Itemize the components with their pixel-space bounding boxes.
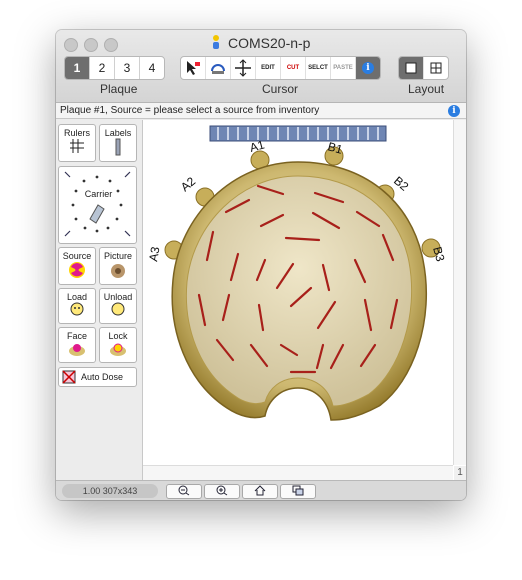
unload-button[interactable]: Unload: [99, 288, 137, 324]
auto-dose-icon: [62, 370, 76, 384]
select-arrow-tool[interactable]: [181, 57, 206, 79]
carrier-button[interactable]: Carrier: [58, 166, 137, 244]
rulers-label: Rulers: [63, 128, 90, 138]
auto-dose-button[interactable]: Auto Dose: [58, 367, 137, 387]
auto-dose-label: Auto Dose: [81, 372, 124, 382]
cut-tool[interactable]: CUT: [281, 57, 306, 79]
ruler-bar: [209, 125, 387, 142]
status-bar: Plaque #1, Source = please select a sour…: [56, 103, 466, 119]
label-a3: A3: [146, 245, 162, 262]
info-icon: i: [362, 62, 374, 74]
layout-single-button[interactable]: [399, 57, 424, 79]
carrier-dial-icon: [64, 171, 131, 237]
rulers-button[interactable]: Rulers: [58, 124, 96, 162]
edit-tool[interactable]: EDIT: [256, 57, 281, 79]
bottom-bar: 1.00 307x343: [56, 480, 466, 500]
layout-selector: [398, 56, 449, 80]
zoom-window-button[interactable]: [104, 38, 118, 52]
plaque-tab-2[interactable]: 2: [90, 57, 115, 79]
select-tool[interactable]: SELCT: [306, 57, 331, 79]
layout-grid-button[interactable]: [424, 57, 448, 79]
title-bar: COMS20-n-p 1 2 3 4 Plaque EDIT CUT SELCT…: [56, 30, 466, 103]
source-label: Source: [62, 251, 92, 261]
zoom-in-icon: [216, 485, 228, 496]
grid-view-icon: [430, 62, 442, 74]
plaque-group-label: Plaque: [100, 82, 138, 96]
tool-palette: Rulers Labels Carrier Source Picture Loa…: [56, 120, 143, 480]
picture-button[interactable]: Picture: [99, 247, 137, 285]
zoom-out-button[interactable]: [166, 484, 202, 499]
app-window: COMS20-n-p 1 2 3 4 Plaque EDIT CUT SELCT…: [56, 30, 466, 500]
label-a2: A2: [178, 174, 198, 194]
labels-button[interactable]: Labels: [99, 124, 137, 162]
plaque-tab-1[interactable]: 1: [65, 57, 90, 79]
face-plaque-icon: [69, 344, 85, 356]
lock-button[interactable]: Lock: [99, 327, 137, 363]
labels-label: Labels: [104, 128, 132, 138]
move-icon: [235, 59, 251, 77]
lock-plaque-icon: [110, 343, 126, 356]
paste-tool[interactable]: PASTE: [331, 57, 356, 79]
layout-group-label: Layout: [408, 82, 445, 96]
unload-face-icon: [111, 302, 125, 316]
status-text: Plaque #1, Source = please select a sour…: [60, 105, 320, 116]
page-number: 1: [454, 466, 466, 480]
rotate-icon: [211, 64, 225, 74]
load-button[interactable]: Load: [58, 288, 96, 324]
fit-view-icon: [292, 485, 304, 496]
move-tool[interactable]: [231, 57, 256, 79]
lock-label: Lock: [108, 331, 128, 341]
plaque-drawing: A1 B1 A2 B2 A3 B3: [146, 125, 448, 421]
unload-label: Unload: [103, 292, 133, 302]
label-b2: B2: [391, 174, 411, 194]
zoom-out-icon: [178, 485, 190, 496]
radiation-icon: [69, 262, 85, 278]
minimize-window-button[interactable]: [84, 38, 98, 52]
plaque-tab-4[interactable]: 4: [140, 57, 164, 79]
source-button[interactable]: Source: [58, 247, 96, 285]
cursor-tools: EDIT CUT SELCT PASTE i: [180, 56, 381, 80]
ruler-grid-icon: [70, 139, 84, 153]
home-icon: [254, 485, 266, 496]
label-b3: B3: [430, 245, 447, 263]
arrow-cursor-icon: [187, 61, 200, 75]
window-title: COMS20-n-p: [228, 35, 311, 51]
zoom-in-button[interactable]: [204, 484, 240, 499]
plaque-tab-3[interactable]: 3: [115, 57, 140, 79]
status-info-icon[interactable]: i: [448, 105, 460, 117]
eye-picture-icon: [111, 264, 125, 278]
home-button[interactable]: [242, 484, 278, 499]
fit-view-button[interactable]: [280, 484, 316, 499]
face-button[interactable]: Face: [58, 327, 96, 363]
rotate-tool[interactable]: [206, 57, 231, 79]
close-window-button[interactable]: [64, 38, 78, 52]
single-view-icon: [405, 62, 417, 74]
label-marker-icon: [115, 138, 121, 156]
picture-label: Picture: [103, 251, 132, 261]
plaque-selector: 1 2 3 4: [64, 56, 165, 80]
face-label: Face: [66, 331, 87, 341]
zoom-readout: 1.00 307x343: [62, 484, 158, 498]
horizontal-scrollbar[interactable]: [143, 465, 453, 480]
load-label: Load: [66, 292, 88, 302]
cursor-group-label: Cursor: [262, 82, 299, 96]
plaque-canvas[interactable]: A1 B1 A2 B2 A3 B3 1: [143, 120, 466, 480]
load-face-icon: [70, 302, 84, 316]
vertical-scrollbar[interactable]: [453, 120, 466, 465]
carrier-label: Carrier: [84, 189, 113, 199]
info-tool[interactable]: i: [356, 57, 380, 79]
document-icon: [213, 35, 219, 49]
